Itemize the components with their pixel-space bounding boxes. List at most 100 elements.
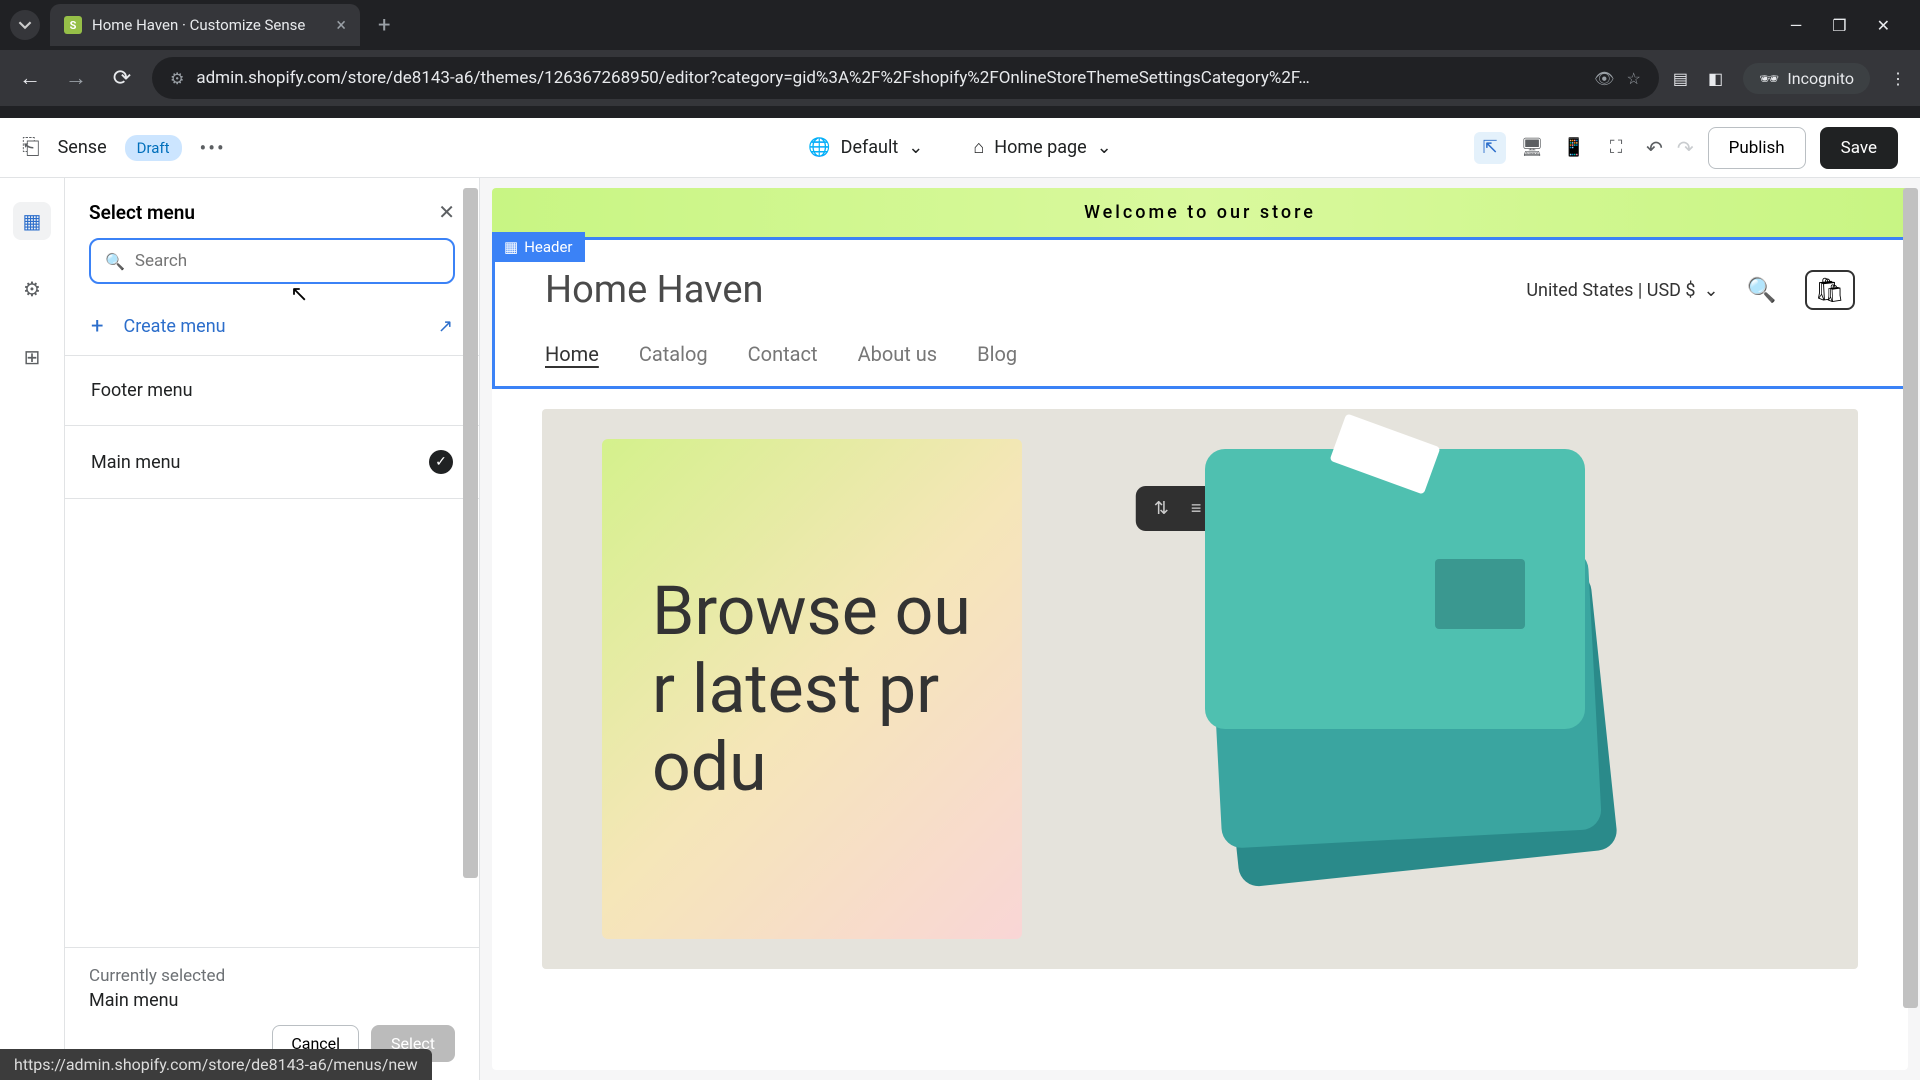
region-selector[interactable]: United States | USD $ ⌄ <box>1526 280 1718 301</box>
globe-icon: 🌐 <box>808 137 830 158</box>
incognito-label: Incognito <box>1787 69 1854 88</box>
close-icon[interactable]: × <box>336 15 346 36</box>
editor-body: ▦ ⚙ ⊞ Select menu ✕ 🔍 + Create menu <box>0 178 1920 1080</box>
publish-button[interactable]: Publish <box>1708 127 1806 169</box>
topbar-center: 🌐 Default ⌄ ⌂ Home page ⌄ <box>808 137 1112 158</box>
browser-chrome: S Home Haven · Customize Sense × + — ❐ ✕… <box>0 0 1920 118</box>
new-tab-button[interactable]: + <box>378 13 390 38</box>
create-menu-label: Create menu <box>123 316 225 337</box>
section-tag-header[interactable]: ▦ Header <box>492 232 585 262</box>
tab-title: Home Haven · Customize Sense <box>92 16 326 34</box>
forward-button[interactable]: → <box>60 65 92 91</box>
exit-editor-icon[interactable]: ⎗ <box>22 135 40 160</box>
canvas-scrollbar[interactable] <box>1903 188 1918 1008</box>
theme-settings-icon[interactable]: ⚙ <box>13 270 51 308</box>
topbar-right: ⇱ 🖥 📱 ⛶ ↶ ↷ Publish Save <box>1474 127 1898 169</box>
close-window-icon[interactable]: ✕ <box>1877 16 1890 35</box>
nav-link-catalog[interactable]: Catalog <box>639 342 708 366</box>
nav-link-blog[interactable]: Blog <box>977 342 1017 366</box>
page-selector[interactable]: ⌂ Home page ⌄ <box>973 137 1111 158</box>
url-text: admin.shopify.com/store/de8143-a6/themes… <box>196 68 1582 88</box>
toolbar-icons: ▤ ◧ 🕶 Incognito ⋮ <box>1673 63 1906 94</box>
hero-text-block[interactable]: Browse our latest produ <box>602 439 1022 939</box>
search-field[interactable]: 🔍 <box>89 238 455 284</box>
incognito-icon: 🕶 <box>1759 69 1779 88</box>
menu-option-label: Footer menu <box>91 380 193 401</box>
more-actions-button[interactable]: ••• <box>200 136 226 160</box>
section-icon: ▦ <box>504 238 518 256</box>
plus-icon: + <box>91 314 103 339</box>
panel-title: Select menu <box>89 201 195 224</box>
left-icon-rail: ▦ ⚙ ⊞ <box>0 178 65 1080</box>
template-selector[interactable]: 🌐 Default ⌄ <box>808 137 923 158</box>
app-embeds-icon[interactable]: ⊞ <box>13 338 51 376</box>
side-panel-icon[interactable]: ◧ <box>1708 69 1723 88</box>
browser-tab[interactable]: S Home Haven · Customize Sense × <box>50 4 360 46</box>
store-preview: Welcome to our store ▦ Header Home Haven… <box>492 188 1908 1070</box>
nav-link-about[interactable]: About us <box>858 342 938 366</box>
check-icon: ✓ <box>429 450 453 474</box>
currently-selected-value: Main menu <box>89 990 455 1011</box>
draft-badge: Draft <box>125 135 182 161</box>
section-tag-label: Header <box>524 238 572 256</box>
preview-canvas: Welcome to our store ▦ Header Home Haven… <box>480 178 1920 1080</box>
panel-scrollbar[interactable] <box>463 188 478 878</box>
menu-option-label: Main menu <box>91 452 180 473</box>
save-button[interactable]: Save <box>1820 127 1898 169</box>
eye-off-icon[interactable]: 👁 <box>1594 69 1614 88</box>
close-panel-button[interactable]: ✕ <box>438 200 455 224</box>
menu-icon[interactable]: ⋮ <box>1890 69 1906 88</box>
tab-search-dropdown[interactable] <box>10 10 40 40</box>
nav-link-contact[interactable]: Contact <box>748 342 818 366</box>
url-field[interactable]: ⚙ admin.shopify.com/store/de8143-a6/them… <box>152 57 1659 99</box>
theme-editor-app: ⎗ Sense Draft ••• 🌐 Default ⌄ ⌂ Home pag… <box>0 118 1920 1080</box>
shopify-favicon: S <box>64 16 82 34</box>
store-navigation: Home Catalog Contact About us Blog <box>545 342 1855 366</box>
move-up-icon[interactable]: ⇅ <box>1154 498 1169 519</box>
maximize-icon[interactable]: ❐ <box>1832 16 1846 35</box>
store-name[interactable]: Home Haven <box>545 268 763 312</box>
incognito-badge[interactable]: 🕶 Incognito <box>1743 63 1870 94</box>
template-label: Default <box>841 137 899 158</box>
bookmark-icon[interactable]: ☆ <box>1626 69 1640 88</box>
page-label: Home page <box>994 137 1086 158</box>
external-link-icon[interactable]: ↗ <box>438 316 453 337</box>
editor-topbar: ⎗ Sense Draft ••• 🌐 Default ⌄ ⌂ Home pag… <box>0 118 1920 178</box>
minimize-icon[interactable]: — <box>1790 16 1803 35</box>
store-header-section[interactable]: Home Haven United States | USD $ ⌄ 🔍 🛍 H… <box>492 237 1908 389</box>
desktop-icon[interactable]: 🖥 <box>1516 132 1548 164</box>
inspector-icon[interactable]: ⇱ <box>1474 132 1506 164</box>
back-button[interactable]: ← <box>14 65 46 91</box>
region-label: United States | USD $ <box>1526 280 1695 301</box>
announcement-bar[interactable]: Welcome to our store <box>492 188 1908 237</box>
window-controls: — ❐ ✕ <box>1790 16 1910 35</box>
undo-button[interactable]: ↶ <box>1646 136 1663 160</box>
sections-icon[interactable]: ▦ <box>13 202 51 240</box>
chevron-down-icon: ⌄ <box>1704 280 1719 301</box>
search-icon[interactable]: 🔍 <box>1747 276 1777 304</box>
fullscreen-icon[interactable]: ⛶ <box>1600 132 1632 164</box>
search-icon: 🔍 <box>105 252 125 271</box>
status-bar-url: https://admin.shopify.com/store/de8143-a… <box>0 1049 432 1080</box>
chevron-down-icon: ⌄ <box>908 137 923 158</box>
redo-button: ↷ <box>1677 136 1694 160</box>
chevron-down-icon: ⌄ <box>1097 137 1112 158</box>
chevron-down-icon <box>18 18 32 32</box>
create-menu-button[interactable]: + Create menu ↗ <box>65 298 479 356</box>
panel-header: Select menu ✕ <box>65 178 479 238</box>
product-illustration <box>1195 509 1625 869</box>
select-menu-panel: Select menu ✕ 🔍 + Create menu ↗ Footer m… <box>65 178 480 1080</box>
menu-option-main[interactable]: Main menu ✓ <box>65 426 479 499</box>
address-bar: ← → ⟳ ⚙ admin.shopify.com/store/de8143-a… <box>0 50 1920 106</box>
currently-selected-label: Currently selected <box>89 966 455 986</box>
menu-option-footer[interactable]: Footer menu <box>65 356 479 426</box>
hero-heading: Browse our latest produ <box>652 572 972 807</box>
reading-list-icon[interactable]: ▤ <box>1673 69 1688 88</box>
mobile-icon[interactable]: 📱 <box>1558 132 1590 164</box>
nav-link-home[interactable]: Home <box>545 342 599 366</box>
theme-name: Sense <box>58 137 107 158</box>
cart-icon[interactable]: 🛍 <box>1805 270 1855 310</box>
search-input[interactable] <box>135 251 439 271</box>
site-settings-icon[interactable]: ⚙ <box>170 69 184 88</box>
reload-button[interactable]: ⟳ <box>106 66 138 91</box>
